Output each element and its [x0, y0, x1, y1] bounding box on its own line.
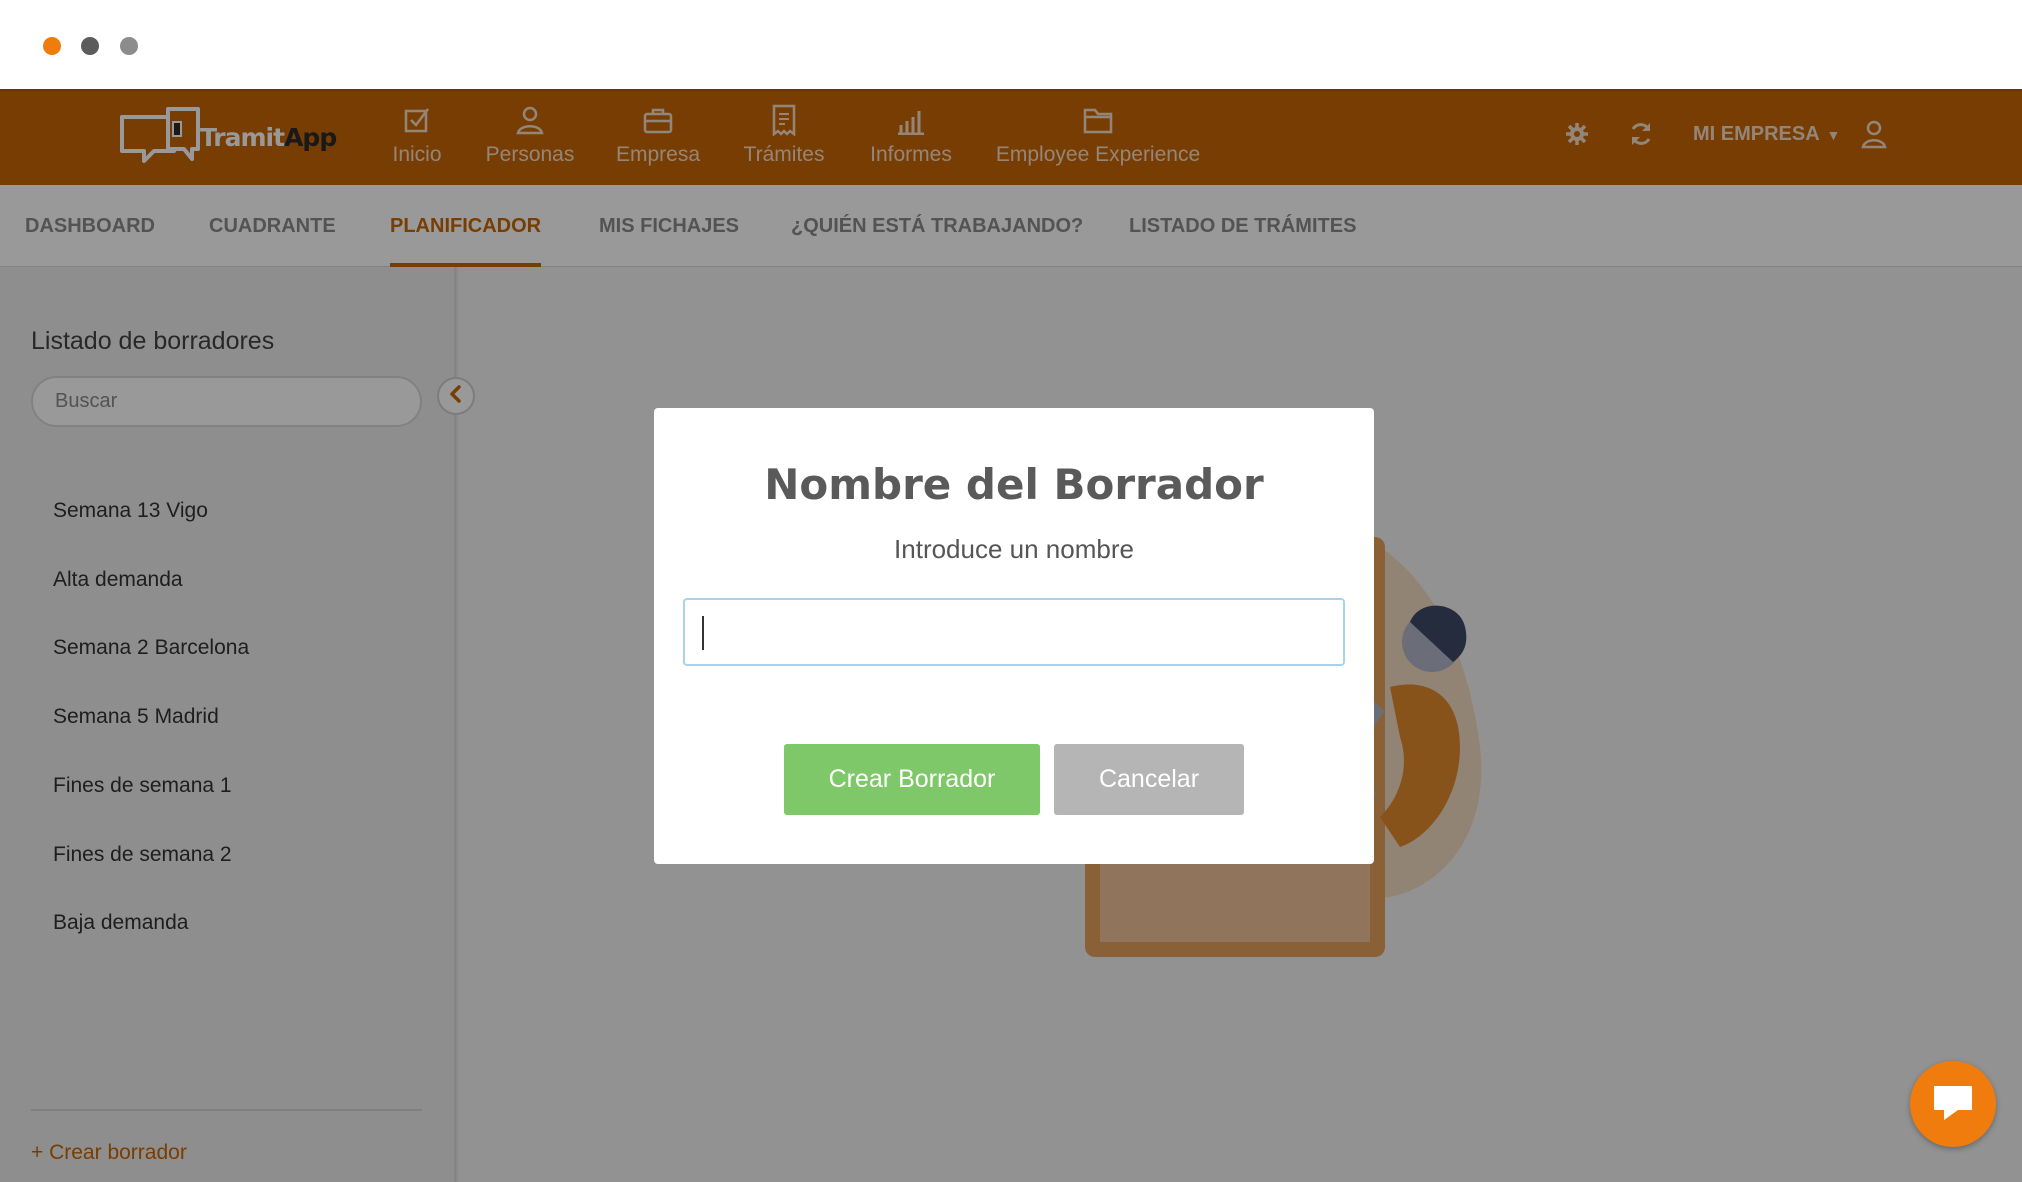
- window-minimize-dot[interactable]: [81, 37, 99, 55]
- window-titlebar: [0, 0, 2022, 89]
- chat-bubble-icon: [1932, 1082, 1974, 1127]
- draft-name-dialog: Nombre del Borrador Introduce un nombre …: [654, 408, 1374, 864]
- dialog-title: Nombre del Borrador: [764, 460, 1264, 509]
- draft-name-input[interactable]: [683, 598, 1345, 666]
- dialog-subtitle: Introduce un nombre: [894, 534, 1134, 564]
- chat-launcher-button[interactable]: [1910, 1061, 1996, 1147]
- create-draft-button[interactable]: Crear Borrador: [784, 744, 1040, 815]
- window-maximize-dot[interactable]: [120, 37, 138, 55]
- window-close-dot[interactable]: [43, 37, 61, 55]
- text-caret: [702, 616, 704, 650]
- cancel-button[interactable]: Cancelar: [1054, 744, 1244, 815]
